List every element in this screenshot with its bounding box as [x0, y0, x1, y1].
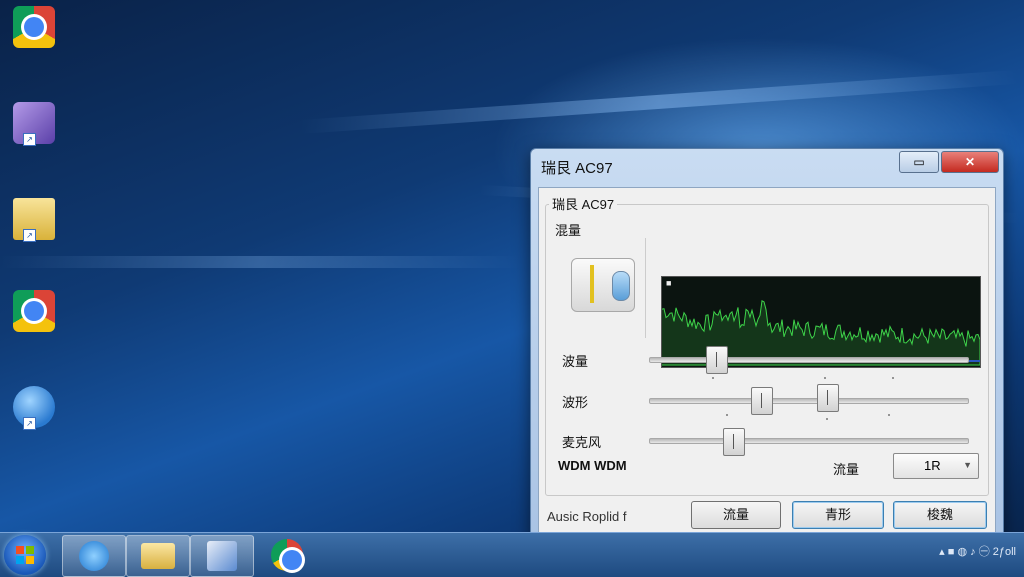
folder-icon	[141, 543, 175, 569]
taskbar-explorer-button[interactable]	[126, 535, 190, 577]
mixer-icon	[571, 258, 635, 312]
button-waveform[interactable]: 青形	[792, 501, 884, 529]
slider-tick	[712, 377, 714, 379]
desktop-icon-chrome[interactable]	[6, 6, 62, 50]
close-button[interactable]: ✕	[941, 151, 999, 173]
app-icon	[207, 541, 237, 571]
dialog-title: 瑞艮 AC97	[541, 160, 613, 177]
mixer-knob	[612, 271, 630, 301]
taskbar: ▴ ■ ◍ ♪ ㊀ 2ƒoll	[0, 532, 1024, 577]
app-box-icon: ↗	[13, 102, 55, 146]
slider-tick	[824, 377, 826, 379]
taskbar-ie-button[interactable]	[62, 535, 126, 577]
device-label: WDM WDM	[558, 458, 627, 473]
slider-tick	[726, 414, 728, 416]
slider-tick	[826, 418, 828, 420]
taskbar-app-button[interactable]	[190, 535, 254, 577]
waveform-slider[interactable]	[751, 387, 773, 415]
desktop-icon-app[interactable]: ↗	[6, 102, 62, 146]
slider-label-wave-volume: 波量	[562, 354, 589, 369]
button-stream[interactable]: 流量	[691, 501, 781, 529]
chrome-icon	[271, 539, 303, 571]
audio-mixer-dialog: 瑞艮 AC97 ▭ ✕ 瑞艮 AC97 混量 ■ 波量 波形 麦克风 WDM W…	[530, 148, 1004, 542]
folder-icon: ↗	[13, 198, 55, 242]
dialog-client: 瑞艮 AC97 混量 ■ 波量 波形 麦克风 WDM WDM 流量 1R ▼ A…	[538, 187, 996, 537]
tray-text: ㊀ 2ƒoll	[978, 546, 1016, 558]
slider-tick	[888, 414, 890, 416]
section-label: 混量	[555, 223, 582, 238]
microphone-slider[interactable]	[723, 428, 745, 456]
slider-label-microphone: 麦克风	[562, 435, 602, 450]
divider	[645, 238, 646, 338]
start-button[interactable]	[4, 535, 46, 575]
slider-label-waveform: 波形	[562, 395, 589, 410]
waveform-track[interactable]	[649, 398, 969, 404]
minimize-button[interactable]: ▭	[899, 151, 939, 173]
wave-volume-track[interactable]	[649, 357, 969, 363]
wallpaper-beam	[299, 69, 1019, 134]
stream-combo[interactable]: 1R ▼	[893, 453, 979, 479]
system-tray[interactable]: ▴ ■ ◍ ♪ ㊀ 2ƒoll	[939, 543, 1016, 559]
speaker-icon[interactable]: ♪	[970, 546, 976, 558]
chevron-down-icon: ▼	[963, 460, 972, 470]
chrome-icon	[13, 290, 55, 332]
waveform-slider-2[interactable]	[817, 384, 839, 412]
slider-tick	[892, 377, 894, 379]
stream-label: 流量	[833, 462, 860, 477]
desktop-icon-folder[interactable]: ↗	[6, 198, 62, 242]
flag-icon[interactable]: ■	[948, 546, 955, 558]
chrome-icon	[13, 6, 55, 48]
desktop-icon-chrome-2[interactable]	[6, 290, 62, 334]
microphone-track[interactable]	[649, 438, 969, 444]
button-calibrate[interactable]: 梭魏	[893, 501, 987, 529]
tray-arrow-icon[interactable]: ▴	[939, 546, 945, 558]
footer-label: Ausic Roplid f	[547, 509, 627, 524]
taskbar-chrome-button[interactable]	[256, 535, 318, 575]
ie-icon	[79, 541, 109, 571]
wave-volume-slider[interactable]	[706, 346, 728, 374]
group-title: 瑞艮 AC97	[549, 194, 618, 213]
globe-icon: ↗	[13, 386, 55, 430]
combo-value: 1R	[924, 458, 941, 473]
wallpaper-beam	[0, 256, 520, 268]
mixer-bar	[590, 265, 594, 303]
network-icon[interactable]: ◍	[957, 546, 967, 558]
desktop-icon-globe[interactable]: ↗	[6, 386, 62, 430]
